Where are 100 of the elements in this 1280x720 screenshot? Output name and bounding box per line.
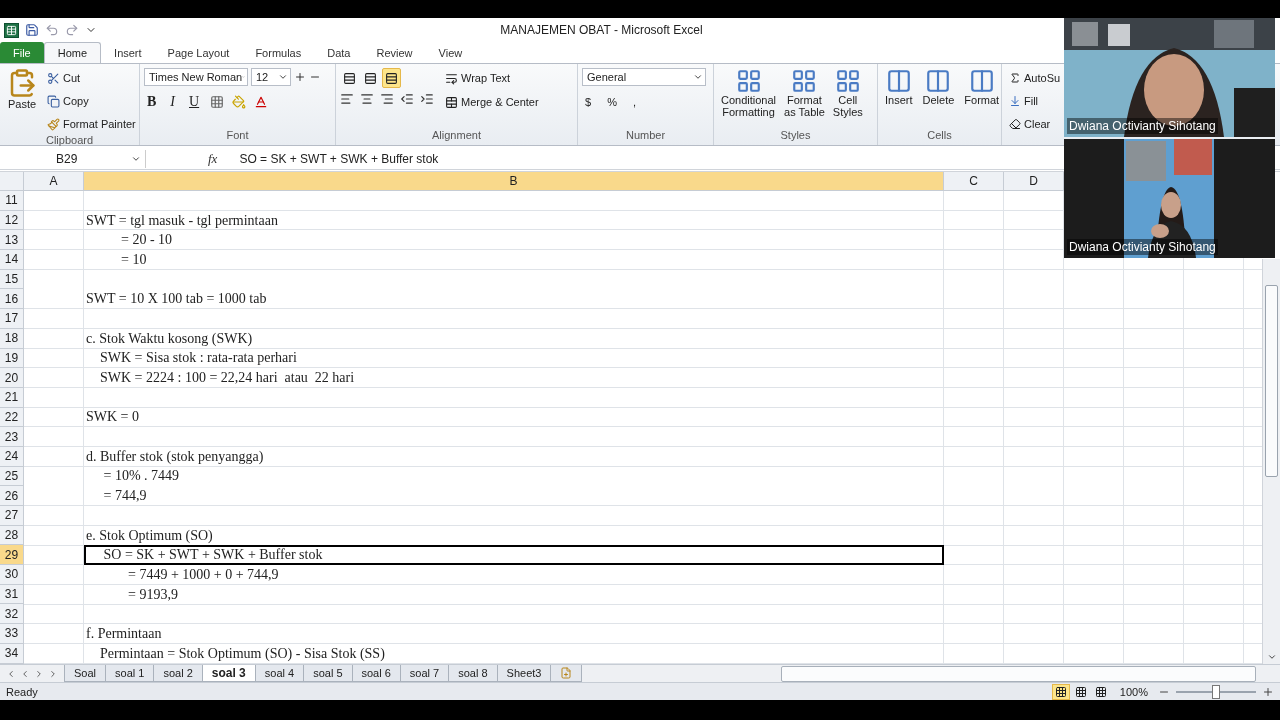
sheet-tab[interactable]: Sheet3: [496, 665, 552, 682]
clear-button[interactable]: Clear: [1006, 114, 1064, 134]
row-header[interactable]: 27: [0, 506, 24, 526]
row-header[interactable]: 11: [0, 191, 24, 211]
currency-button[interactable]: $: [582, 92, 595, 112]
row-header[interactable]: 23: [0, 427, 24, 447]
merge-center-button[interactable]: Merge & Center: [442, 92, 542, 112]
ribbon-tab[interactable]: Home: [43, 42, 102, 63]
style-button[interactable]: Cell Styles: [829, 68, 866, 129]
row-header[interactable]: 33: [0, 624, 24, 644]
vertical-scrollbar[interactable]: [1262, 259, 1280, 664]
view-button[interactable]: [1051, 683, 1070, 700]
row-header[interactable]: 14: [0, 250, 24, 270]
sheet-tab[interactable]: soal 2: [153, 665, 203, 682]
row-header[interactable]: 18: [0, 328, 24, 349]
function-symbol[interactable]: fx: [208, 150, 218, 167]
file-tab[interactable]: File: [0, 42, 44, 63]
autosum-button[interactable]: AutoSu: [1006, 68, 1064, 88]
format-painter-button[interactable]: Format Painter: [44, 114, 139, 134]
table-cell-text: = 20 - 10: [120, 231, 174, 250]
row-header[interactable]: 15: [0, 269, 24, 290]
fill-button[interactable]: Fill: [1006, 91, 1064, 111]
ribbon-tab[interactable]: Page Layout: [154, 42, 243, 63]
row-header[interactable]: 30: [0, 565, 24, 585]
row-header[interactable]: 22: [0, 407, 24, 428]
comma-button[interactable]: ,: [629, 92, 639, 112]
next-sheet-icon[interactable]: [34, 668, 44, 679]
copy-button[interactable]: Copy: [44, 91, 139, 111]
align-left-icon[interactable]: [340, 92, 354, 106]
cells-button[interactable]: Insert: [882, 68, 916, 129]
cells-button[interactable]: Delete: [919, 68, 958, 129]
font-size-field[interactable]: 12: [251, 68, 291, 86]
ribbon-tab[interactable]: View: [425, 42, 476, 63]
sheet-tab[interactable]: soal 4: [254, 665, 305, 682]
ribbon-tab[interactable]: Insert: [101, 42, 155, 63]
align-center-icon[interactable]: [360, 92, 374, 106]
grow-font-icon[interactable]: [294, 71, 306, 83]
ribbon-tab[interactable]: Review: [363, 42, 426, 63]
ribbon-tab[interactable]: Data: [314, 42, 364, 63]
zoom-slider-thumb[interactable]: [1212, 684, 1220, 699]
paste-button[interactable]: Paste: [4, 68, 40, 134]
column-header[interactable]: C: [944, 172, 1004, 191]
column-header[interactable]: D: [1004, 172, 1064, 191]
vertical-align-button[interactable]: [382, 68, 401, 88]
italic-button[interactable]: I: [167, 92, 178, 112]
align-right-icon[interactable]: [380, 92, 394, 106]
percent-button[interactable]: %: [604, 92, 620, 112]
sheet-tab[interactable]: soal 5: [303, 665, 353, 682]
column-header[interactable]: B: [84, 172, 944, 191]
row-header[interactable]: 24: [0, 446, 24, 467]
cut-button[interactable]: Cut: [44, 68, 139, 88]
scrollbar-thumb[interactable]: [1265, 285, 1278, 477]
first-sheet-icon[interactable]: [6, 668, 16, 679]
number-format-field[interactable]: General: [582, 68, 706, 86]
sheet-tab[interactable]: Soal: [64, 665, 107, 682]
row-header[interactable]: 19: [0, 348, 24, 369]
zoom-in-icon[interactable]: [1262, 685, 1274, 698]
row-header[interactable]: 16: [0, 289, 24, 310]
row-header[interactable]: 17: [0, 309, 24, 329]
row-header[interactable]: 31: [0, 584, 24, 605]
increase-indent-icon[interactable]: [420, 92, 434, 106]
row-header[interactable]: 20: [0, 368, 24, 388]
font-color-icon[interactable]: [254, 95, 269, 109]
redo-icon[interactable]: [65, 23, 79, 37]
fill-color-icon[interactable]: [232, 95, 247, 109]
wrap-text-button[interactable]: Wrap Text: [442, 68, 542, 88]
sheet-tab[interactable]: soal 7: [399, 665, 450, 682]
last-sheet-icon[interactable]: [48, 668, 58, 679]
caret-down-icon[interactable]: [1266, 652, 1277, 662]
decrease-indent-icon[interactable]: [400, 92, 414, 106]
cells-button[interactable]: Format: [961, 68, 1003, 129]
table-cell-text: d. Buffer stok (stok penyangga): [85, 447, 265, 466]
name-box[interactable]: B29: [0, 149, 146, 168]
sheet-tab[interactable]: soal 8: [448, 665, 498, 682]
row-header[interactable]: 25: [0, 466, 24, 487]
column-header[interactable]: A: [24, 172, 84, 191]
undo-icon[interactable]: [45, 23, 59, 37]
formula-field[interactable]: SO = SK + SWT + SWK + Buffer stok: [239, 151, 439, 166]
underline-button[interactable]: U: [186, 92, 203, 112]
cells-grid-icon: [925, 68, 952, 94]
row-header[interactable]: 34: [0, 643, 24, 664]
row-header[interactable]: 26: [0, 486, 24, 506]
horizontal-scrollbar[interactable]: [781, 665, 1256, 682]
ribbon-tab[interactable]: Formulas: [242, 42, 315, 63]
font-name-field[interactable]: Times New Roman: [144, 68, 248, 86]
save-icon[interactable]: [25, 23, 39, 37]
row-header[interactable]: 28: [0, 525, 24, 546]
row-header[interactable]: 32: [0, 604, 24, 625]
row-header[interactable]: 29: [0, 545, 24, 566]
sheet-tab[interactable]: soal 6: [351, 665, 401, 682]
previous-sheet-icon[interactable]: [20, 668, 30, 679]
row-header[interactable]: 13: [0, 230, 24, 251]
borders-icon[interactable]: [210, 95, 225, 109]
row-header[interactable]: 21: [0, 387, 24, 408]
bold-button[interactable]: B: [144, 92, 160, 112]
row-header[interactable]: 12: [0, 210, 24, 231]
sheet-tab[interactable]: soal 1: [105, 665, 155, 682]
style-button[interactable]: Conditional Formatting: [718, 68, 780, 129]
style-button[interactable]: Format as Table: [781, 68, 828, 129]
sheet-tab[interactable]: soal 3: [201, 665, 256, 682]
